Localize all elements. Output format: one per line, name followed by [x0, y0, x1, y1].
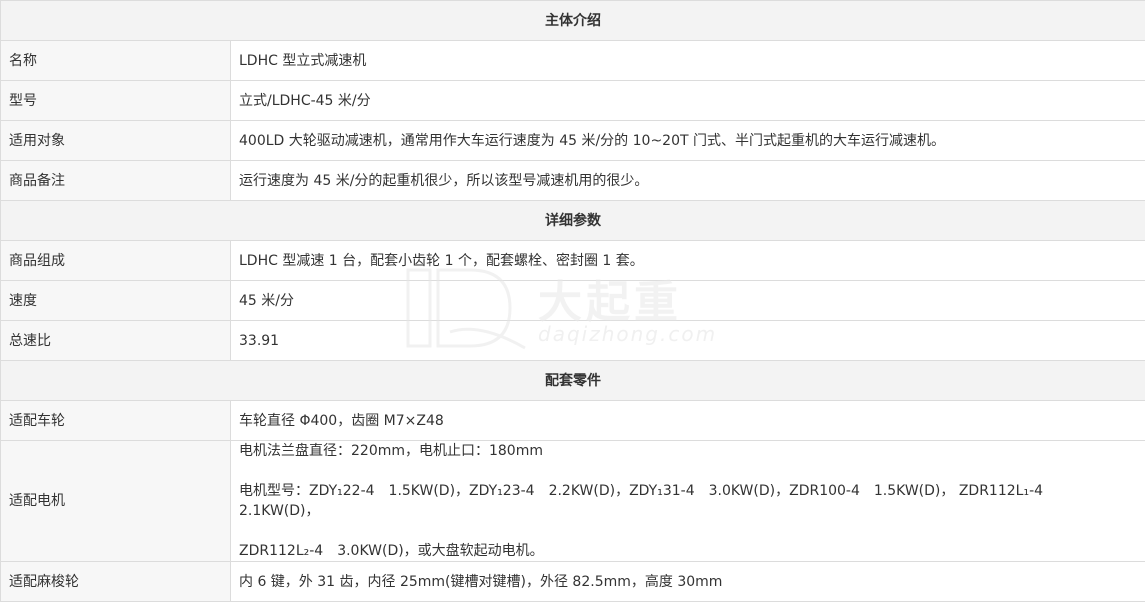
- note-value: 运行速度为 45 米/分的起重机很少，所以该型号减速机用的很少。: [230, 160, 1145, 201]
- table-row-wheel: 适配车轮 车轮直径 Φ400，齿圈 M7×Z48: [0, 400, 1145, 441]
- table-row-speed: 速度 45 米/分: [0, 280, 1145, 321]
- motor-flange-line: 电机法兰盘直径：220mm，电机止口：180mm: [239, 443, 543, 459]
- table-row-motor: 适配电机 电机法兰盘直径：220mm，电机止口：180mm 电机型号：ZDY₁2…: [0, 440, 1145, 562]
- section-detail: 详细参数: [0, 200, 1145, 241]
- speed-value: 45 米/分: [230, 280, 1145, 321]
- model-value: 立式/LDHC-45 米/分: [230, 80, 1145, 121]
- name-label: 名称: [0, 40, 231, 81]
- model-label: 型号: [0, 80, 231, 121]
- section-title-detail: 详细参数: [0, 200, 1145, 241]
- speed-label: 速度: [0, 280, 231, 321]
- section-parts: 配套零件: [0, 360, 1145, 401]
- spec-table: 主体介绍 名称 LDHC 型立式减速机 型号 立式/LDHC-45 米/分 适用…: [0, 0, 1145, 602]
- table-row-ratio: 总速比 33.91: [0, 320, 1145, 361]
- note-label: 商品备注: [0, 160, 231, 201]
- table-row-usage: 适用对象 400LD 大轮驱动减速机，通常用作大车运行速度为 45 米/分的 1…: [0, 120, 1145, 161]
- wheel-value: 车轮直径 Φ400，齿圈 M7×Z48: [230, 400, 1145, 441]
- section-title-intro: 主体介绍: [0, 0, 1145, 41]
- table-row-composition: 商品组成 LDHC 型减速 1 台，配套小齿轮 1 个，配套螺栓、密封圈 1 套…: [0, 240, 1145, 281]
- table-row-coupling: 适配麻梭轮 内 6 键，外 31 齿，内径 25mm(键槽对键槽)，外径 82.…: [0, 561, 1145, 602]
- coupling-value: 内 6 键，外 31 齿，内径 25mm(键槽对键槽)，外径 82.5mm，高度…: [230, 561, 1145, 602]
- table-row-model: 型号 立式/LDHC-45 米/分: [0, 80, 1145, 121]
- section-title-parts: 配套零件: [0, 360, 1145, 401]
- motor-label: 适配电机: [0, 440, 231, 562]
- coupling-label: 适配麻梭轮: [0, 561, 231, 602]
- ratio-label: 总速比: [0, 320, 231, 361]
- table-row-note: 商品备注 运行速度为 45 米/分的起重机很少，所以该型号减速机用的很少。: [0, 160, 1145, 201]
- composition-label: 商品组成: [0, 240, 231, 281]
- usage-label: 适用对象: [0, 120, 231, 161]
- ratio-value: 33.91: [230, 320, 1145, 361]
- section-intro: 主体介绍: [0, 0, 1145, 41]
- name-value: LDHC 型立式减速机: [230, 40, 1145, 81]
- motor-models-line: 电机型号：ZDY₁22-4 1.5KW(D)，ZDY₁23-4 2.2KW(D)…: [239, 483, 1058, 519]
- table-row-name: 名称 LDHC 型立式减速机: [0, 40, 1145, 81]
- motor-value: 电机法兰盘直径：220mm，电机止口：180mm 电机型号：ZDY₁22-4 1…: [230, 440, 1145, 562]
- usage-value: 400LD 大轮驱动减速机，通常用作大车运行速度为 45 米/分的 10~20T…: [230, 120, 1145, 161]
- wheel-label: 适配车轮: [0, 400, 231, 441]
- motor-models-line-2: ZDR112L₂-4 3.0KW(D)，或大盘软起动电机。: [239, 543, 544, 559]
- composition-value: LDHC 型减速 1 台，配套小齿轮 1 个，配套螺栓、密封圈 1 套。: [230, 240, 1145, 281]
